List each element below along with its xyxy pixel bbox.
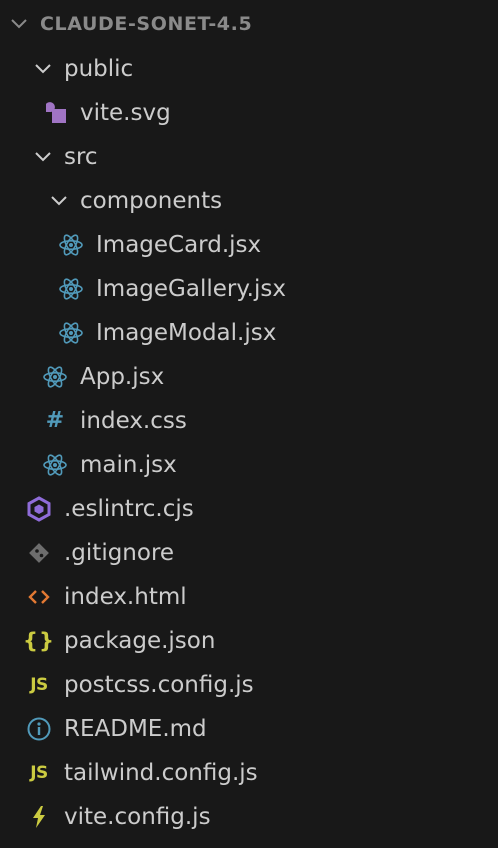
tree-item-label: ImageGallery.jsx — [96, 276, 286, 302]
react-icon — [42, 452, 68, 478]
tree-folder-public[interactable]: public — [0, 47, 498, 91]
chevron-down-icon[interactable] — [48, 190, 70, 212]
tree-item-label: vite.svg — [80, 100, 171, 126]
tree-file-vite-config[interactable]: vite.config.js — [0, 795, 498, 839]
js-icon: JS — [26, 760, 52, 786]
tree-item-label: main.jsx — [80, 452, 177, 478]
chevron-down-icon[interactable] — [32, 146, 54, 168]
git-icon — [26, 540, 52, 566]
eslint-icon — [26, 496, 52, 522]
braces-glyph: {} — [23, 628, 55, 653]
tree-file-package-json[interactable]: {} package.json — [0, 619, 498, 663]
tree-file-app[interactable]: App.jsx — [0, 355, 498, 399]
tree-file-readme[interactable]: README.md — [0, 707, 498, 751]
js-icon: JS — [26, 672, 52, 698]
tree-item-label: public — [64, 56, 134, 82]
js-glyph: JS — [30, 674, 48, 695]
tree-item-label: .eslintrc.cjs — [64, 496, 194, 522]
tree-item-label: vite.config.js — [64, 804, 211, 830]
lightning-icon — [26, 804, 52, 830]
tree-file-imagemodal[interactable]: ImageModal.jsx — [0, 311, 498, 355]
json-braces-icon: {} — [23, 628, 55, 654]
tree-file-vite-svg[interactable]: vite.svg — [0, 91, 498, 135]
project-name: CLAUDE-SONET-4.5 — [40, 13, 253, 35]
tree-item-label: App.jsx — [80, 364, 165, 390]
tree-file-index-html[interactable]: index.html — [0, 575, 498, 619]
tree-folder-components[interactable]: components — [0, 179, 498, 223]
tree-item-label: tailwind.config.js — [64, 760, 258, 786]
info-icon — [26, 716, 52, 742]
tree-file-main[interactable]: main.jsx — [0, 443, 498, 487]
hash-glyph: # — [45, 408, 65, 433]
tree-file-index-css[interactable]: # index.css — [0, 399, 498, 443]
tree-file-gitignore[interactable]: .gitignore — [0, 531, 498, 575]
svg-file-icon — [42, 100, 68, 126]
react-icon — [42, 364, 68, 390]
html-icon — [26, 584, 52, 610]
tree-item-label: package.json — [64, 628, 216, 654]
project-header[interactable]: CLAUDE-SONET-4.5 — [0, 2, 498, 46]
tree-item-label: components — [80, 188, 223, 214]
tree-item-label: README.md — [64, 716, 207, 742]
tree-item-label: index.html — [64, 584, 187, 610]
chevron-down-icon[interactable] — [8, 13, 30, 35]
tree-item-label: postcss.config.js — [64, 672, 254, 698]
tree-file-postcss-config[interactable]: JS postcss.config.js — [0, 663, 498, 707]
tree-item-label: ImageCard.jsx — [96, 232, 262, 258]
tree-item-label: .gitignore — [64, 540, 175, 566]
tree-file-eslintrc[interactable]: .eslintrc.cjs — [0, 487, 498, 531]
react-icon — [58, 276, 84, 302]
js-glyph: JS — [30, 762, 48, 783]
tree-item-label: ImageModal.jsx — [96, 320, 277, 346]
react-icon — [58, 320, 84, 346]
tree-file-imagecard[interactable]: ImageCard.jsx — [0, 223, 498, 267]
tree-file-imagegallery[interactable]: ImageGallery.jsx — [0, 267, 498, 311]
react-icon — [58, 232, 84, 258]
file-explorer: CLAUDE-SONET-4.5 public vite.svg src com… — [0, 0, 498, 848]
tree-file-tailwind-config[interactable]: JS tailwind.config.js — [0, 751, 498, 795]
tree-folder-src[interactable]: src — [0, 135, 498, 179]
tree-item-label: index.css — [80, 408, 187, 434]
css-hash-icon: # — [42, 408, 68, 434]
chevron-down-icon[interactable] — [32, 58, 54, 80]
tree-item-label: src — [64, 144, 98, 170]
